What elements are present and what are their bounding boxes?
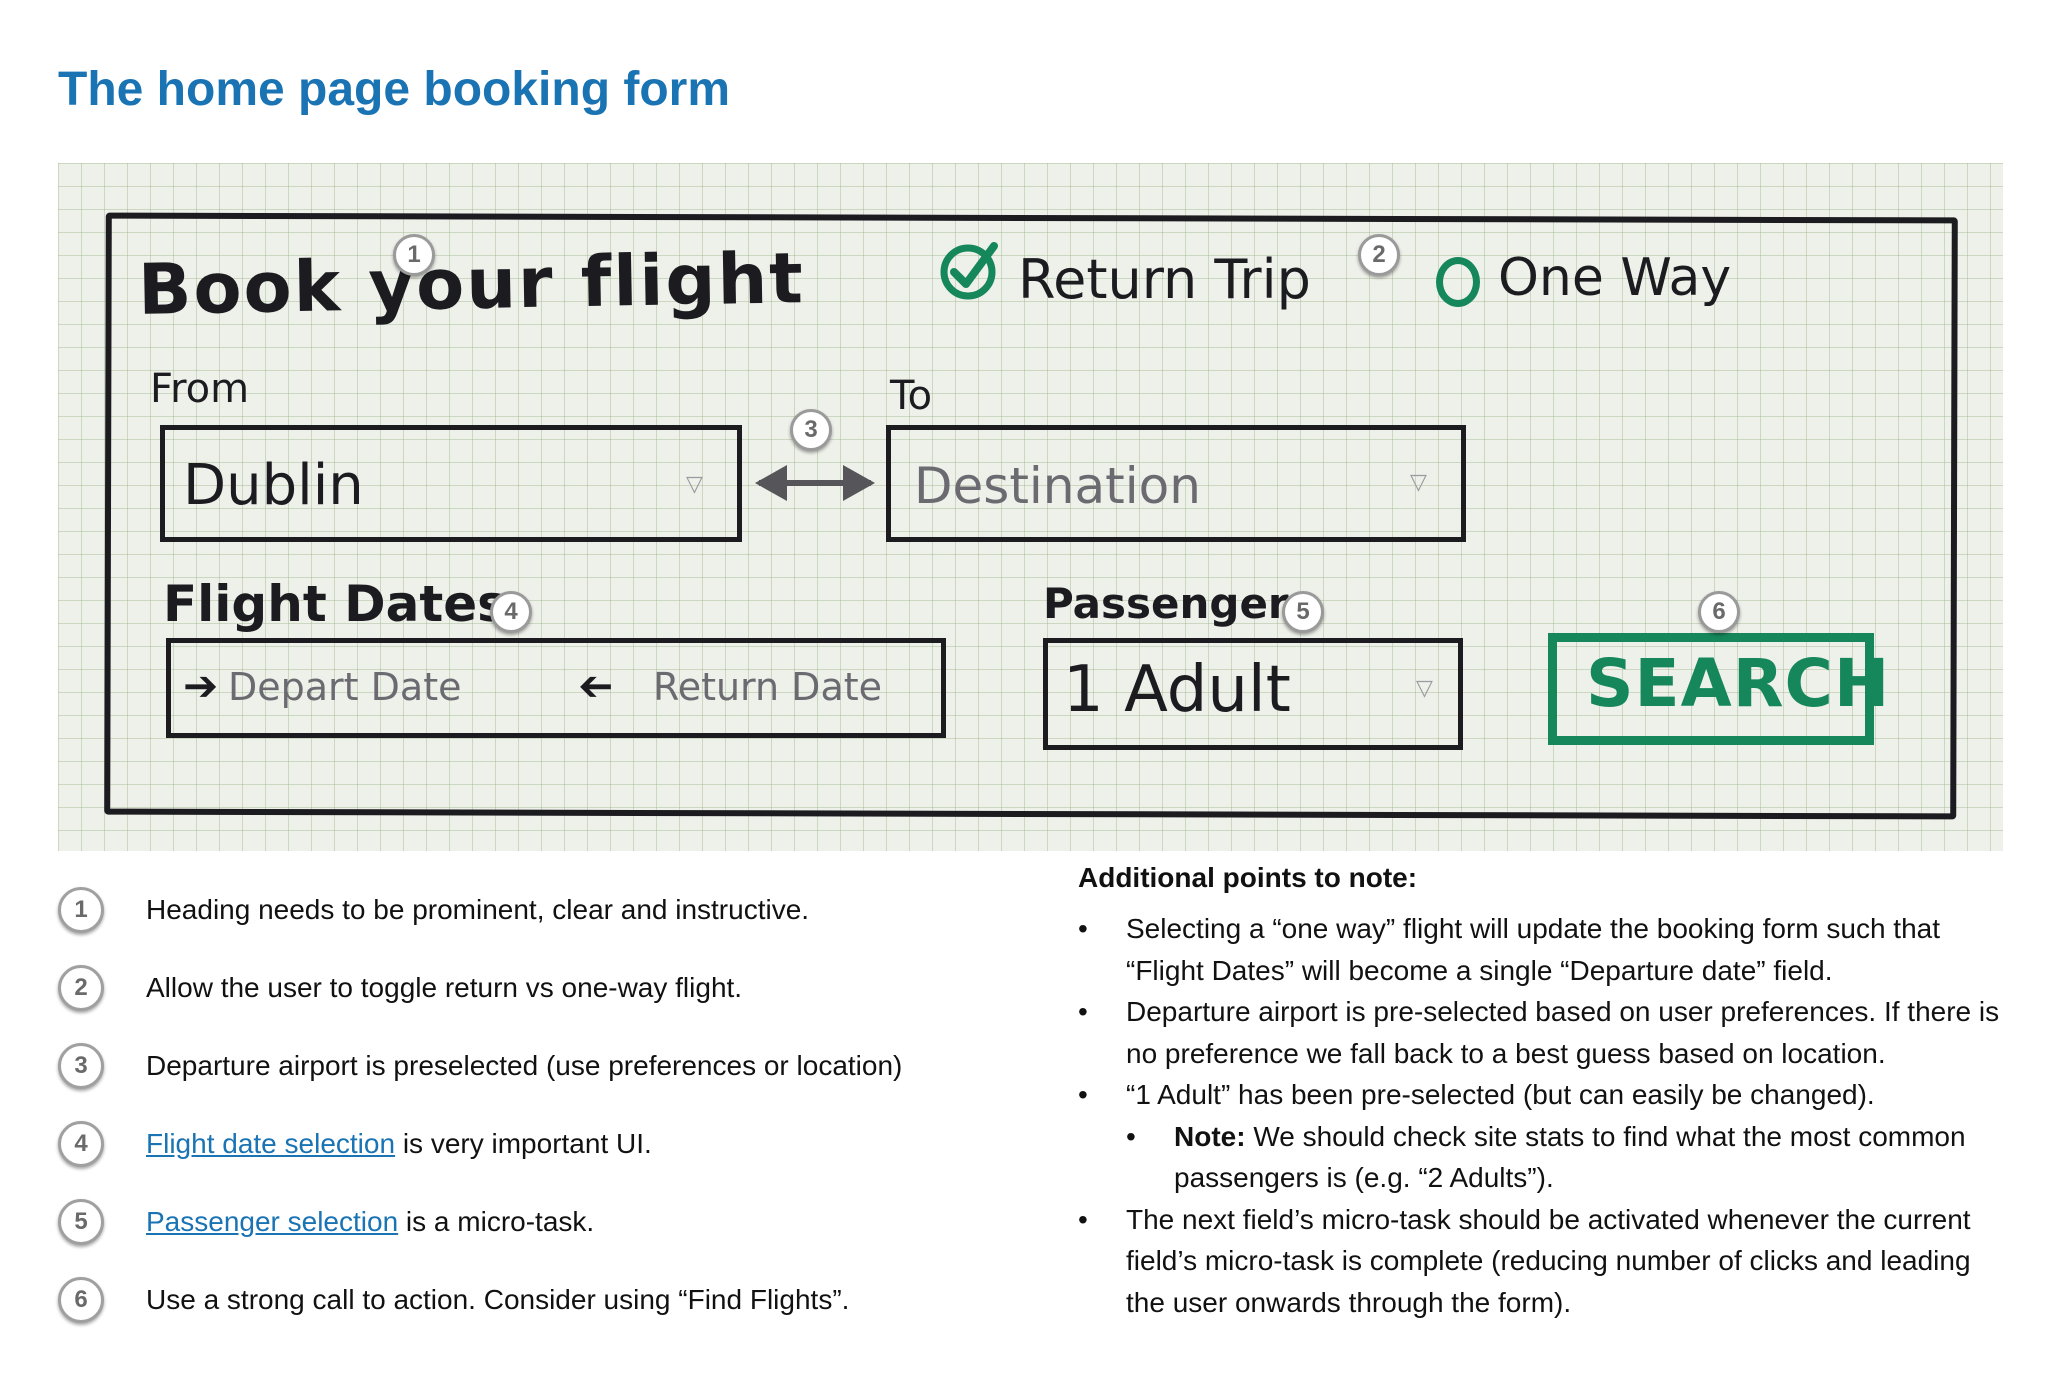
note-number: 2	[58, 965, 104, 1011]
sub-list-item: Note: We should check site stats to find…	[1078, 1116, 2008, 1199]
note-item: 6 Use a strong call to action. Consider …	[58, 1270, 849, 1330]
list-item: “1 Adult” has been pre-selected (but can…	[1078, 1074, 2008, 1199]
return-trip-label[interactable]: Return Trip	[1018, 248, 1311, 311]
checkbox-checked-icon[interactable]	[938, 238, 1002, 302]
chevron-down-icon: ▽	[1410, 469, 1427, 494]
additional-points-list: Selecting a “one way” flight will update…	[1078, 908, 2008, 1323]
note-text: Allow the user to toggle return vs one-w…	[146, 972, 743, 1003]
search-button-label[interactable]: SEARCH	[1586, 645, 1890, 722]
from-label: From	[150, 366, 250, 412]
note-number: 3	[58, 1043, 104, 1089]
marker-3: 3	[790, 409, 832, 451]
to-placeholder: Destination	[914, 457, 1201, 515]
passenger-selection-link[interactable]: Passenger selection	[146, 1206, 398, 1237]
marker-4: 4	[490, 591, 532, 633]
list-item: Departure airport is pre-selected based …	[1078, 991, 2008, 1074]
swap-arrows-icon[interactable]	[751, 453, 879, 513]
note-number: 1	[58, 887, 104, 933]
note-item: 1 Heading needs to be prominent, clear a…	[58, 880, 809, 940]
marker-1: 1	[393, 234, 435, 276]
note-item: 3 Departure airport is preselected (use …	[58, 1036, 902, 1096]
passengers-value: 1 Adult	[1063, 653, 1291, 727]
page-title: The home page booking form	[58, 63, 731, 116]
to-label: To	[890, 373, 933, 419]
flight-dates-label: Flight Dates	[163, 575, 507, 633]
booking-form-sketch: Book your flight Return Trip One Way Fro…	[58, 163, 2003, 851]
from-value: Dublin	[183, 453, 364, 518]
note-number: 6	[58, 1277, 104, 1323]
additional-points: Additional points to note: Selecting a “…	[1078, 862, 2008, 1323]
note-text: Passenger selection is a micro-task.	[146, 1206, 595, 1237]
sketch-heading: Book your flight	[137, 237, 806, 331]
return-date-placeholder[interactable]: Return Date	[653, 665, 882, 709]
chevron-down-icon: ▽	[1416, 675, 1433, 700]
note-text: Heading needs to be prominent, clear and…	[146, 894, 810, 925]
one-way-label[interactable]: One Way	[1498, 248, 1731, 308]
note-item: 5 Passenger selection is a micro-task.	[58, 1192, 594, 1252]
arrow-right-icon: ➔	[183, 662, 219, 709]
list-item: The next field’s micro-task should be ac…	[1078, 1199, 2008, 1324]
marker-6: 6	[1698, 591, 1740, 633]
note-number: 4	[58, 1121, 104, 1167]
note-text: Use a strong call to action. Consider us…	[146, 1284, 850, 1315]
marker-2: 2	[1358, 234, 1400, 276]
radio-unchecked-icon[interactable]	[1436, 257, 1480, 307]
note-number: 5	[58, 1199, 104, 1245]
passengers-label: Passengers	[1043, 579, 1314, 628]
note-text: Flight date selection is very important …	[146, 1128, 652, 1159]
list-item: Selecting a “one way” flight will update…	[1078, 908, 2008, 991]
flight-date-selection-link[interactable]: Flight date selection	[146, 1128, 395, 1159]
note-item: 2 Allow the user to toggle return vs one…	[58, 958, 742, 1018]
chevron-down-icon: ▽	[686, 471, 703, 496]
sub-list: Note: We should check site stats to find…	[1126, 1116, 2008, 1199]
note-text: Departure airport is preselected (use pr…	[146, 1050, 903, 1081]
arrow-left-icon: ➔	[578, 662, 614, 709]
depart-date-placeholder[interactable]: Depart Date	[228, 665, 461, 709]
additional-points-heading: Additional points to note:	[1078, 862, 1418, 893]
note-item: 4 Flight date selection is very importan…	[58, 1114, 652, 1174]
marker-5: 5	[1282, 591, 1324, 633]
